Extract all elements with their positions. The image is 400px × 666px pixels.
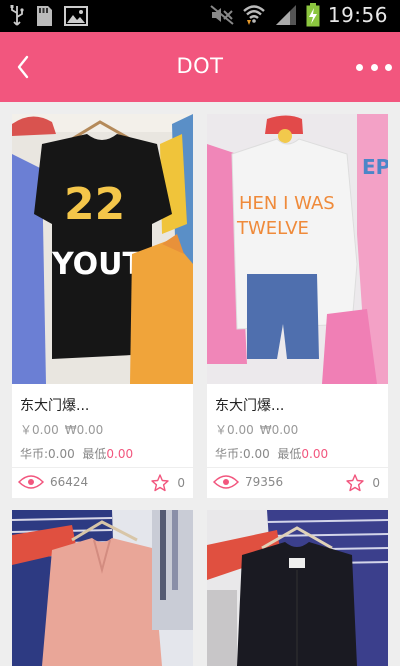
view-count: 79356 <box>213 474 283 490</box>
signal-icon <box>275 5 296 25</box>
status-bar: 19:56 <box>0 0 400 32</box>
price-cny: ￥0.00 <box>215 423 254 437</box>
app-header: DOT <box>0 32 400 102</box>
card-divider <box>12 467 193 468</box>
battery-charging-icon <box>306 3 320 27</box>
product-card[interactable] <box>12 510 193 666</box>
mute-icon <box>210 5 234 25</box>
favorites-value: 0 <box>177 476 185 490</box>
svg-text:HEN I WAS: HEN I WAS <box>239 193 335 214</box>
product-card[interactable] <box>207 510 388 666</box>
product-card[interactable]: EP HEN I WAS TWELVE 东大门爆... ￥0.00 ₩0.00 华… <box>207 114 388 498</box>
star-icon <box>346 474 365 492</box>
favorite-button[interactable]: 0 <box>346 474 380 492</box>
sd-card-icon <box>37 6 52 26</box>
low-label: 最低 <box>277 447 302 461</box>
view-count: 66424 <box>18 474 88 490</box>
low-value: 0.00 <box>301 447 329 461</box>
star-icon <box>151 474 170 492</box>
status-right-icons: 19:56 <box>210 3 388 27</box>
more-dots-icon <box>356 63 363 71</box>
page-title: DOT <box>176 54 224 78</box>
card-divider <box>207 467 388 468</box>
eye-icon <box>18 475 44 489</box>
product-name: 东大门爆... <box>215 398 285 414</box>
product-coins: 华币:0.00 最低0.00 <box>215 445 328 462</box>
product-image[interactable] <box>207 510 388 666</box>
svg-text:22: 22 <box>64 179 125 230</box>
wifi-icon <box>243 5 265 25</box>
product-card[interactable]: 22 YOUTH 东大门爆... ￥0.00 ₩0.00 华币:0.00 最低0.… <box>12 114 193 498</box>
coin-label: 华币: <box>20 447 49 461</box>
status-left-icons <box>10 5 88 27</box>
product-prices: ￥0.00 ₩0.00 <box>215 421 304 438</box>
svg-text:TWELVE: TWELVE <box>236 218 309 239</box>
status-time: 19:56 <box>327 3 388 27</box>
low-value: 0.00 <box>106 447 134 461</box>
product-image[interactable] <box>12 510 193 666</box>
views-value: 79356 <box>245 475 284 489</box>
product-image[interactable]: EP HEN I WAS TWELVE <box>207 114 388 384</box>
coin-value: 0.00 <box>48 447 75 461</box>
price-cny: ￥0.00 <box>20 423 59 437</box>
coin-value: 0.00 <box>243 447 270 461</box>
price-krw: ₩0.00 <box>64 423 104 437</box>
eye-icon <box>213 475 239 489</box>
product-prices: ￥0.00 ₩0.00 <box>20 421 109 438</box>
svg-text:EP: EP <box>362 155 388 179</box>
image-icon <box>64 6 88 26</box>
product-coins: 华币:0.00 最低0.00 <box>20 445 133 462</box>
product-image[interactable]: 22 YOUTH <box>12 114 193 384</box>
product-name: 东大门爆... <box>20 398 90 414</box>
views-value: 66424 <box>50 475 89 489</box>
low-label: 最低 <box>82 447 107 461</box>
price-krw: ₩0.00 <box>259 423 299 437</box>
more-button[interactable] <box>356 58 392 76</box>
favorite-button[interactable]: 0 <box>151 474 185 492</box>
favorites-value: 0 <box>372 476 380 490</box>
usb-icon <box>10 5 24 26</box>
coin-label: 华币: <box>215 447 244 461</box>
